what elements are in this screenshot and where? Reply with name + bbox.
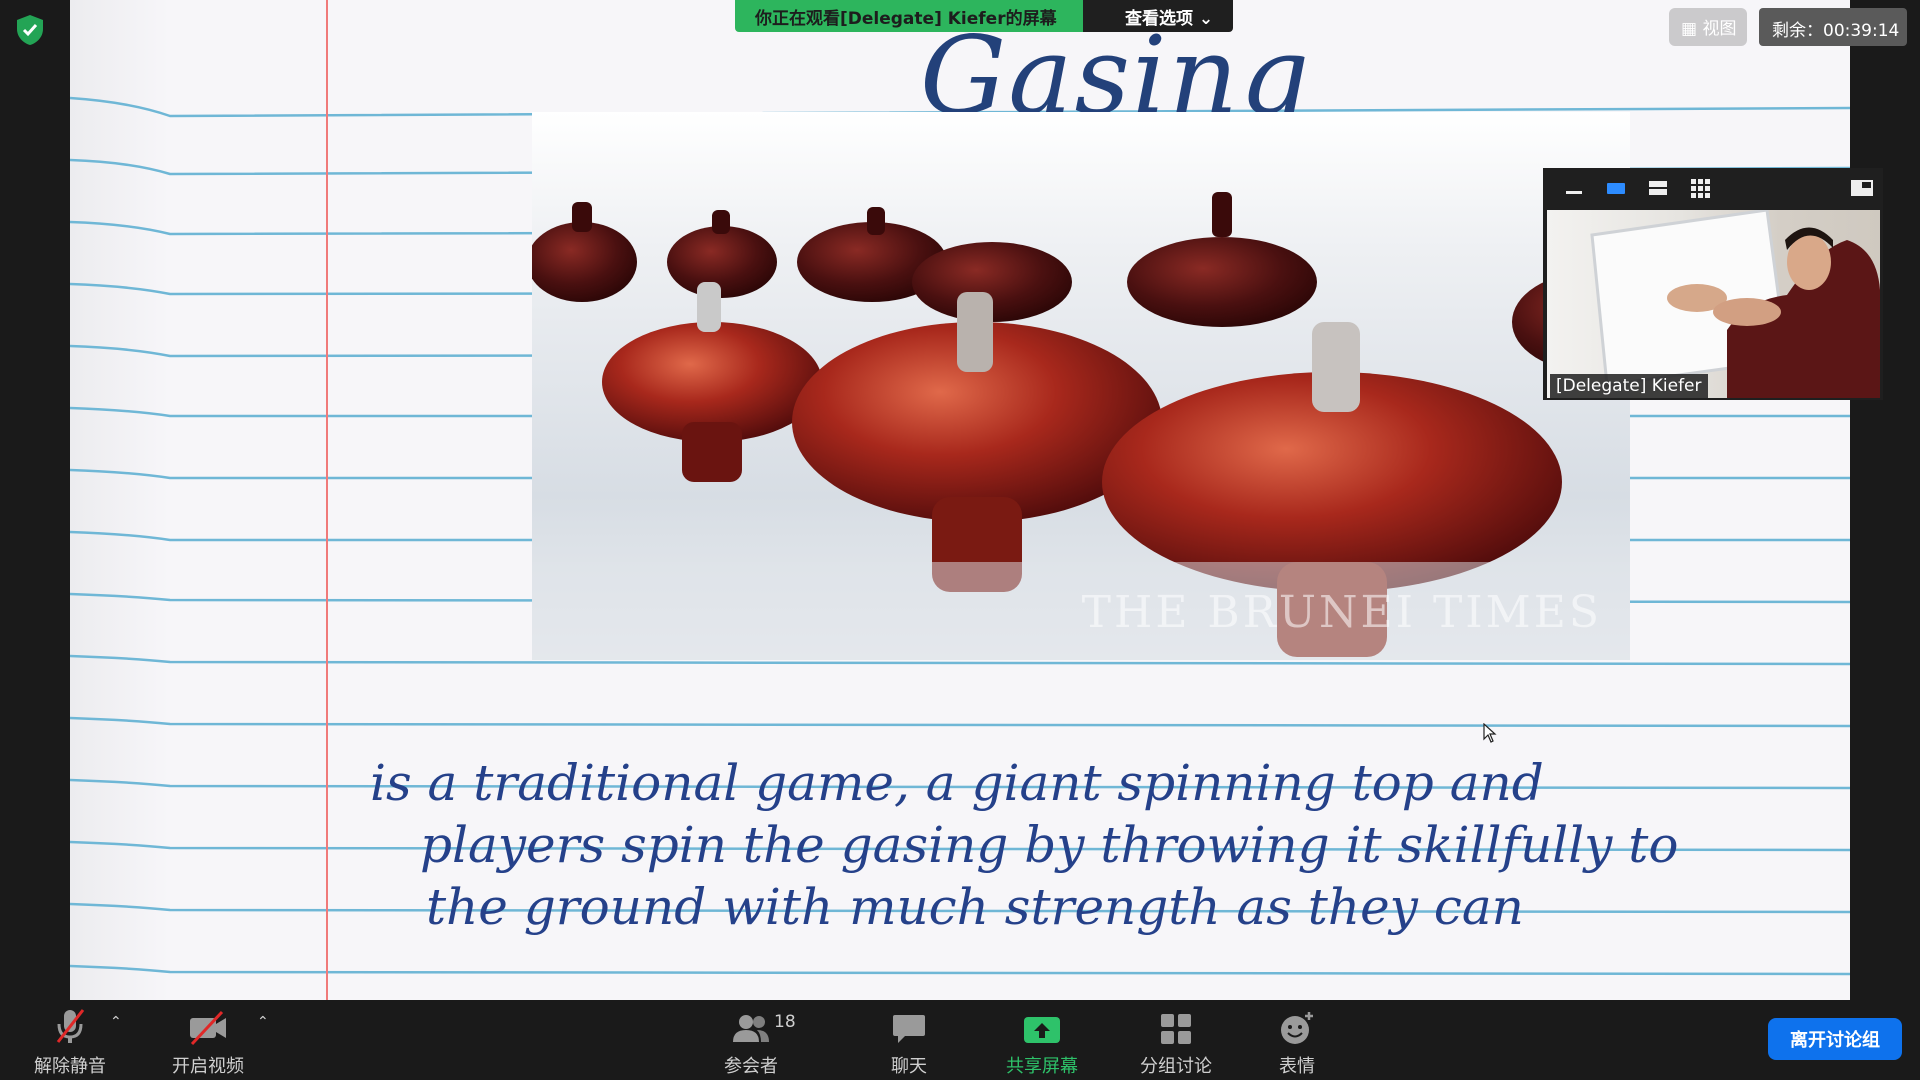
reactions-icon — [1278, 1000, 1316, 1046]
grid-icon: ▦ — [1681, 19, 1698, 39]
chat-label: 聊天 — [891, 1056, 927, 1077]
slide-caption: is a traditional game, a giant spinning … — [370, 752, 1770, 938]
share-screen-icon — [1023, 1000, 1061, 1046]
reactions-label: 表情 — [1279, 1056, 1315, 1077]
breakout-rooms-icon — [1159, 1000, 1193, 1046]
meeting-controls-bar — [0, 1000, 1920, 1080]
view-label: 视图 — [1702, 19, 1737, 39]
gallery-view-icon[interactable] — [1679, 173, 1721, 203]
shared-screen: Gasing THE BRUNEI TIMES is a traditional… — [70, 0, 1850, 1000]
camera-off-icon — [186, 1000, 230, 1046]
caption-line: players spin the gasing by throwing it s… — [420, 816, 1679, 874]
chat-icon — [891, 1000, 927, 1046]
popout-icon[interactable] — [1841, 173, 1883, 203]
chevron-down-icon: ⌄ — [1198, 9, 1214, 29]
leave-breakout-room-button[interactable]: 离开讨论组 — [1768, 1018, 1902, 1060]
video-panel: [Delegate] Kiefer — [1543, 168, 1883, 400]
participant-name: [Delegate] Kiefer — [1550, 374, 1708, 398]
view-options-label: 查看选项 — [1125, 9, 1193, 29]
participants-icon — [731, 1000, 771, 1046]
unmute-label: 解除静音 — [34, 1056, 106, 1077]
start-video-button[interactable]: 开启视频 — [160, 1000, 256, 1080]
margin-line — [326, 0, 328, 1000]
strip-view-icon[interactable] — [1637, 173, 1679, 203]
audio-options-icon[interactable]: ⌃ — [110, 1014, 122, 1030]
breakout-rooms-button[interactable]: 分组讨论 — [1128, 1000, 1224, 1080]
minimize-icon[interactable] — [1553, 173, 1595, 203]
video-options-icon[interactable]: ⌃ — [257, 1014, 269, 1030]
caption-line: the ground with much strength as they ca… — [426, 878, 1524, 936]
breakout-rooms-label: 分组讨论 — [1140, 1056, 1212, 1077]
chat-button[interactable]: 聊天 — [866, 1000, 952, 1080]
caption-line: is a traditional game, a giant spinning … — [370, 754, 1544, 812]
participants-count: 18 — [774, 1012, 796, 1032]
unmute-button[interactable]: 解除静音 — [22, 1000, 118, 1080]
reactions-button[interactable]: 表情 — [1254, 1000, 1340, 1080]
viewing-label: 你正在观看[Delegate] Kiefer的屏幕 — [735, 0, 1083, 32]
photo-watermark: THE BRUNEI TIMES — [1081, 587, 1602, 638]
share-screen-button[interactable]: 共享屏幕 — [994, 1000, 1090, 1080]
start-video-label: 开启视频 — [172, 1056, 244, 1077]
share-screen-label: 共享屏幕 — [1006, 1056, 1078, 1077]
mouse-cursor-icon — [1483, 723, 1497, 743]
zoom-meeting-window: Gasing THE BRUNEI TIMES is a traditional… — [0, 0, 1920, 1080]
view-button[interactable]: ▦ 视图 — [1669, 8, 1747, 46]
participant-video[interactable]: [Delegate] Kiefer — [1547, 210, 1880, 398]
microphone-muted-icon — [50, 1000, 90, 1046]
security-shield-icon[interactable] — [13, 13, 47, 47]
gasing-photo: THE BRUNEI TIMES — [532, 112, 1630, 660]
remaining-timer: 剩余：00:39:14 — [1759, 8, 1907, 46]
speaker-view-icon[interactable] — [1595, 173, 1637, 203]
view-options-button[interactable]: 查看选项 ⌄ — [1083, 0, 1233, 32]
video-toolbar — [1543, 168, 1883, 208]
participants-label: 参会者 — [724, 1056, 778, 1077]
screen-share-banner: 你正在观看[Delegate] Kiefer的屏幕 查看选项 ⌄ — [735, 0, 1233, 32]
